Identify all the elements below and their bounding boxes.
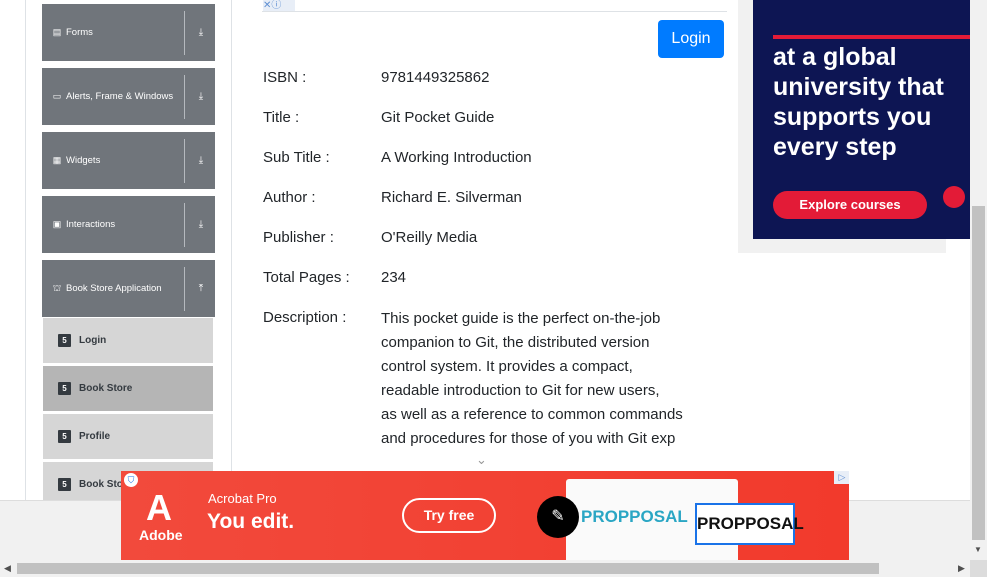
left-sidebar: ▤ Forms ⤓ ▭ Alerts, Frame & Windows ⤓ ▦ … [25, 0, 232, 507]
description-line: readable introduction to Git for new use… [381, 382, 660, 399]
form-icon: ▤ [52, 27, 62, 37]
sidebar-item-label: Login [79, 335, 107, 346]
pencil-icon: ✎ [537, 496, 579, 538]
scroll-left-arrow-icon[interactable]: ◀ [4, 563, 11, 574]
download-arrow-icon: ⤓ [198, 27, 204, 38]
sidebar-group-label: Alerts, Frame & Windows [66, 91, 174, 102]
title-value: Git Pocket Guide [381, 109, 495, 126]
description-line: and procedures for those of you with Git… [381, 430, 676, 447]
sidebar-group-label: Book Store Application [66, 283, 162, 294]
sidebar-group-label: Interactions [66, 219, 116, 230]
isbn-label: ISBN : [263, 69, 307, 86]
html5-icon: 5 [58, 478, 71, 491]
horizontal-scroll-thumb[interactable] [17, 563, 879, 574]
book-store-icon: ⛫ [52, 282, 62, 293]
publisher-label: Publisher : [263, 229, 334, 246]
interaction-icon: ▣ [52, 219, 62, 229]
upload-arrow-icon: ⤒ [198, 283, 204, 294]
adobe-logo: A Adobe [139, 487, 183, 544]
description-line: control system. It provides a compact, [381, 358, 633, 375]
login-button[interactable]: Login [658, 20, 724, 58]
vertical-scroll-thumb[interactable] [972, 206, 985, 540]
sidebar-group-label: Widgets [66, 155, 101, 166]
adchoices-icon[interactable]: ▷ [834, 471, 849, 484]
shield-icon: ⛉ [124, 473, 138, 487]
html5-icon: 5 [58, 334, 71, 347]
scrollbar-corner [970, 560, 987, 577]
download-arrow-icon: ⤓ [198, 155, 204, 166]
adobe-brand-name: Adobe [139, 527, 183, 543]
description-label: Description : [263, 309, 347, 326]
description-line: This pocket guide is the perfect on-the-… [381, 310, 661, 327]
download-arrow-icon: ⤓ [198, 219, 204, 230]
total-pages-value: 234 [381, 269, 407, 286]
divider [184, 74, 185, 119]
ad-close-icon[interactable]: ✕ⓘ [263, 0, 295, 11]
divider [184, 266, 185, 311]
title-label: Title : [263, 109, 300, 126]
download-arrow-icon: ⤓ [198, 91, 204, 102]
divider [184, 138, 185, 183]
ad-doc-text: PROPPOSAL [581, 507, 688, 526]
ad-bottom-banner[interactable]: ⛉ A Adobe Acrobat Pro You edit. Try free… [121, 471, 849, 560]
ad-tagline: You edit. [207, 510, 295, 533]
divider [184, 10, 185, 55]
description-value: This pocket guide is the perfect on-the-… [381, 307, 721, 451]
sidebar-group-forms[interactable]: ▤ Forms ⤓ [42, 4, 215, 61]
ad-doc-edit-box: PROPPOSAL [695, 503, 804, 545]
ad-product-name: Acrobat Pro [208, 491, 277, 506]
divider [262, 11, 727, 12]
sidebar-item-label: Profile [79, 431, 111, 442]
ad-headline: at a global university that supports you… [773, 43, 944, 161]
publisher-value: O'Reilly Media [381, 229, 478, 246]
sidebar-group-widgets[interactable]: ▦ Widgets ⤓ [42, 132, 215, 189]
ad-right-banner[interactable]: at a global university that supports you… [753, 0, 970, 239]
html5-icon: 5 [58, 382, 71, 395]
html5-icon: 5 [58, 430, 71, 443]
sidebar-group-label: Forms [66, 27, 93, 38]
horizontal-scrollbar[interactable]: ◀ ▶ [0, 560, 970, 577]
subtitle-label: Sub Title : [263, 149, 330, 166]
ad-accent-line [773, 35, 970, 39]
sidebar-group-interactions[interactable]: ▣ Interactions ⤓ [42, 196, 215, 253]
try-free-button[interactable]: Try free [402, 498, 496, 533]
explore-courses-button[interactable]: Explore courses [773, 191, 927, 219]
window-icon: ▭ [52, 91, 62, 101]
sidebar-group-alerts[interactable]: ▭ Alerts, Frame & Windows ⤓ [42, 68, 215, 125]
divider [184, 202, 185, 247]
author-label: Author : [263, 189, 316, 206]
ad-brand-dot [943, 186, 965, 208]
sidebar-item-label: Book Store [79, 383, 133, 394]
chevron-down-icon[interactable]: ⌄ [476, 452, 487, 468]
scroll-right-arrow-icon[interactable]: ▶ [958, 563, 965, 574]
description-line: as well as a reference to common command… [381, 406, 683, 423]
author-value: Richard E. Silverman [381, 189, 522, 206]
description-line: companion to Git, the distributed versio… [381, 334, 650, 351]
sidebar-group-book-store-application[interactable]: ⛫ Book Store Application ⤒ [42, 260, 215, 317]
sidebar-item-book-store[interactable]: 5 Book Store [43, 365, 213, 411]
vertical-scrollbar[interactable]: ▼ [970, 0, 987, 560]
sidebar-item-profile[interactable]: 5 Profile [43, 413, 213, 459]
sidebar-item-login[interactable]: 5 Login [43, 317, 213, 363]
isbn-value: 9781449325862 [381, 69, 490, 86]
total-pages-label: Total Pages : [263, 269, 350, 286]
scroll-down-arrow-icon[interactable]: ▼ [974, 545, 982, 554]
adobe-logo-icon: A [146, 487, 172, 528]
grid-icon: ▦ [52, 155, 62, 165]
subtitle-value: A Working Introduction [381, 149, 532, 166]
